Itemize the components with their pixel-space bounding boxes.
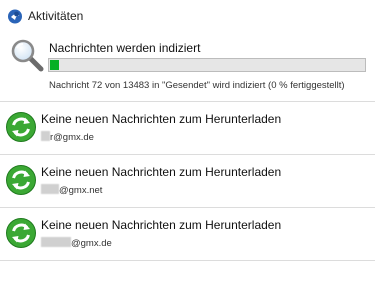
activity-title: Keine neuen Nachrichten zum Herunterlade… — [41, 218, 282, 232]
activity-title: Keine neuen Nachrichten zum Herunterlade… — [41, 112, 282, 126]
indexing-title: Nachrichten werden indiziert — [49, 41, 201, 55]
indexing-progress-bar — [48, 58, 366, 72]
progress-fill — [50, 60, 59, 70]
sync-icon — [6, 165, 36, 195]
window-title: Aktivitäten — [28, 9, 84, 23]
activity-account: @gmx.net — [41, 184, 102, 196]
magnifier-icon — [11, 39, 44, 72]
sync-icon — [6, 218, 36, 248]
activity-item[interactable]: Keine neuen Nachrichten zum Herunterlade… — [0, 155, 375, 207]
activity-title: Keine neuen Nachrichten zum Herunterlade… — [41, 165, 282, 179]
redacted-block — [41, 184, 59, 194]
activity-item[interactable]: Keine neuen Nachrichten zum Herunterlade… — [0, 208, 375, 260]
activity-item[interactable]: Keine neuen Nachrichten zum Herunterlade… — [0, 102, 375, 154]
thunderbird-icon — [8, 9, 22, 24]
redacted-block — [41, 237, 71, 247]
activity-account: @gmx.de — [41, 237, 112, 249]
indexing-activity[interactable]: Nachrichten werden indiziert Nachricht 7… — [0, 33, 375, 101]
title-bar: Aktivitäten — [0, 0, 375, 32]
redacted-block — [41, 131, 50, 141]
indexing-detail: Nachricht 72 von 13483 in "Gesendet" wir… — [49, 80, 345, 91]
activity-account: r@gmx.de — [41, 131, 94, 143]
divider — [0, 260, 375, 261]
sync-icon — [6, 112, 36, 142]
